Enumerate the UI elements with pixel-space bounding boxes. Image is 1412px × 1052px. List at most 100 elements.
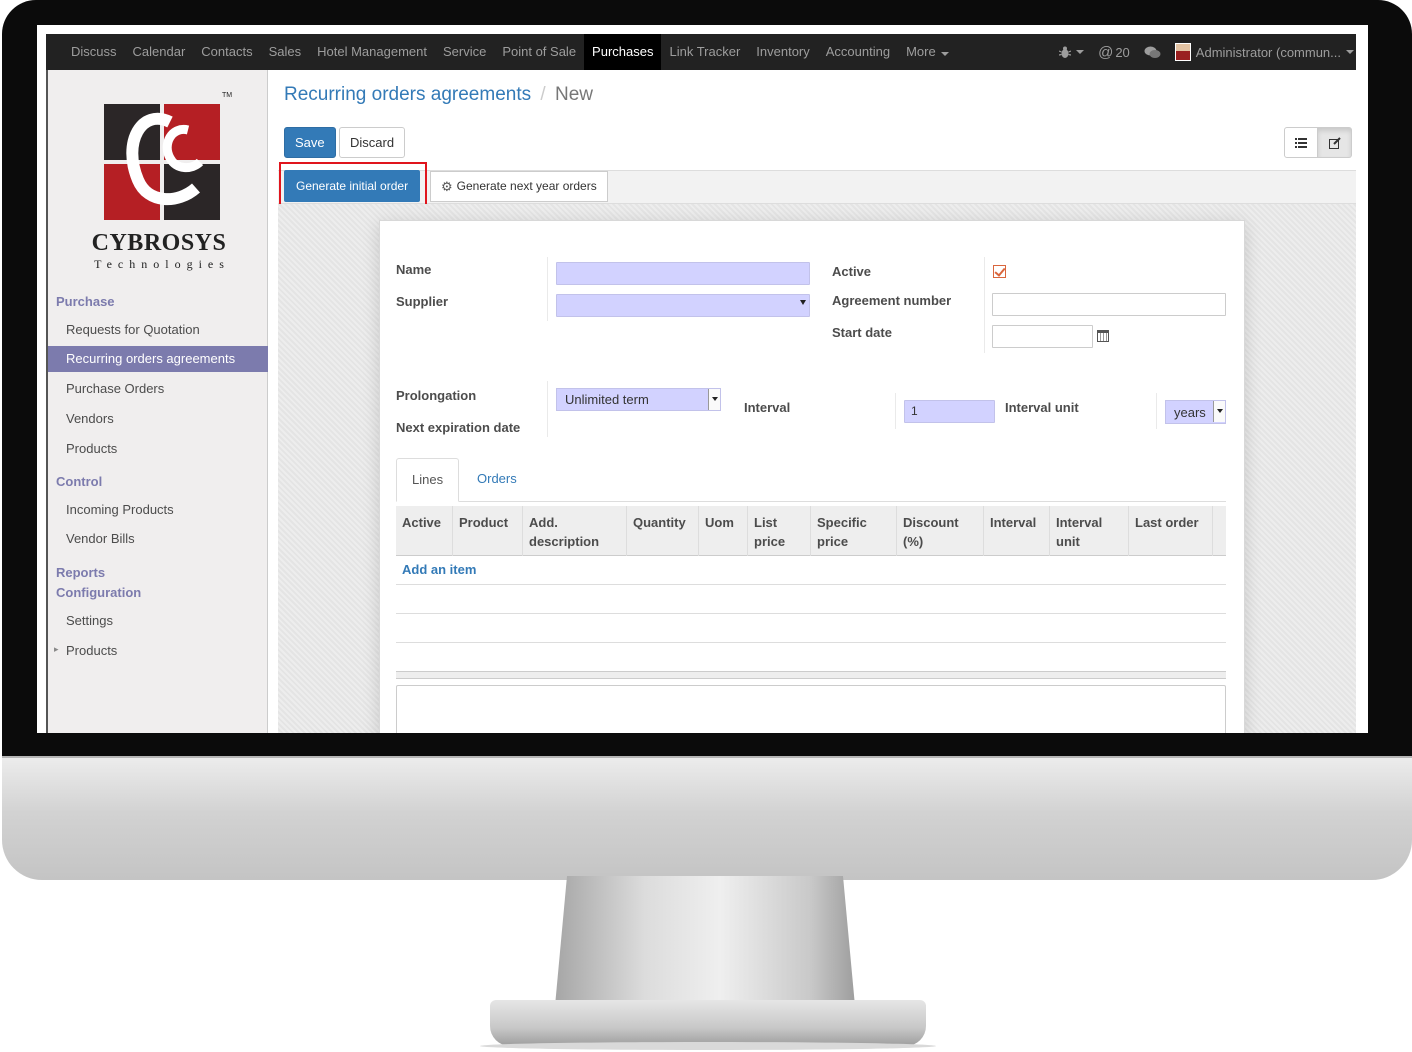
save-button[interactable]: Save <box>284 127 336 158</box>
chevron-down-icon <box>940 52 949 56</box>
section-reports[interactable]: Reports <box>56 565 105 580</box>
prolongation-select[interactable]: Unlimited term <box>556 388 721 411</box>
interval-unit-value: years <box>1174 405 1206 420</box>
brand-subtitle: Technologies <box>94 257 230 271</box>
menu-calendar[interactable]: Calendar <box>125 34 194 70</box>
sidebar-item-recurring-orders-agreements[interactable]: Recurring orders agreements <box>48 346 268 372</box>
monitor-stand-shadow <box>480 1042 936 1050</box>
chat-button[interactable] <box>1144 46 1161 59</box>
sidebar-item-incoming-products[interactable]: Incoming Products <box>48 497 268 523</box>
view-switcher <box>1284 127 1352 158</box>
menu-hotel-management[interactable]: Hotel Management <box>309 34 435 70</box>
section-control[interactable]: Control <box>56 474 102 489</box>
interval-unit-select[interactable]: years <box>1165 400 1226 424</box>
bug-icon <box>1059 46 1072 58</box>
divider <box>984 257 985 353</box>
start-date-label: Start date <box>832 325 892 340</box>
sidebar-item-products[interactable]: Products <box>48 436 268 462</box>
main-content: Recurring orders agreements / New Save D… <box>269 70 1356 733</box>
menu-point-of-sale[interactable]: Point of Sale <box>494 34 584 70</box>
sidebar-item-config-products[interactable]: Products <box>48 638 268 664</box>
notes-field[interactable] <box>396 685 1226 733</box>
menu-service[interactable]: Service <box>435 34 494 70</box>
calendar-icon[interactable] <box>1097 330 1109 342</box>
top-navbar: Discuss Calendar Contacts Sales Hotel Ma… <box>46 34 1356 70</box>
sidebar-item-requests-for-quotation[interactable]: Requests for Quotation <box>48 317 268 343</box>
table-header: Active Product Add. description Quantity… <box>396 506 1226 556</box>
divider <box>547 381 548 437</box>
interval-field[interactable]: 1 <box>904 400 995 423</box>
mentions-count: 20 <box>1115 44 1130 60</box>
brand-name: CYBROSYS <box>91 230 227 256</box>
sidebar-item-purchase-orders[interactable]: Purchase Orders <box>48 376 268 402</box>
form-view-button[interactable] <box>1318 127 1352 158</box>
tab-lines[interactable]: Lines <box>396 458 460 502</box>
menu-accounting[interactable]: Accounting <box>818 34 898 70</box>
sidebar-item-vendors[interactable]: Vendors <box>48 406 268 432</box>
avatar <box>1174 43 1191 61</box>
active-label: Active <box>832 264 872 279</box>
menu-link-tracker[interactable]: Link Tracker <box>661 34 748 70</box>
debug-menu[interactable] <box>1059 46 1085 59</box>
column-list-price[interactable]: List price <box>748 506 811 556</box>
agreement-number-field[interactable] <box>992 293 1226 316</box>
trademark-mark: TM <box>222 92 233 99</box>
column-specific-price[interactable]: Specific price <box>811 506 897 556</box>
start-date-field[interactable] <box>992 325 1093 348</box>
caret-down-icon <box>800 300 806 305</box>
column-interval[interactable]: Interval <box>984 506 1050 556</box>
generate-next-year-orders-label: Generate next year orders <box>456 179 597 193</box>
column-active[interactable]: Active <box>396 506 453 556</box>
screen: Discuss Calendar Contacts Sales Hotel Ma… <box>37 25 1368 733</box>
navbar-right: @ 20 Administrator (commun... <box>1045 34 1356 70</box>
tab-orders[interactable]: Orders <box>462 458 532 502</box>
list-view-button[interactable] <box>1284 127 1318 158</box>
chevron-down-icon <box>1076 50 1085 54</box>
highlight-box <box>279 162 427 209</box>
lines-table: Active Product Add. description Quantity… <box>396 506 1226 679</box>
column-last-order[interactable]: Last order <box>1129 506 1213 556</box>
sidebar-item-settings[interactable]: Settings <box>48 608 268 634</box>
column-product[interactable]: Product <box>453 506 523 556</box>
divider <box>1156 393 1157 429</box>
monitor-chin <box>2 756 1412 880</box>
prolongation-label: Prolongation <box>396 388 477 403</box>
menu-more[interactable]: More <box>898 34 957 70</box>
menu-discuss[interactable]: Discuss <box>63 34 125 70</box>
table-footer <box>396 671 1226 679</box>
agreement-number-label: Agreement number <box>832 293 952 308</box>
sidebar-item-vendor-bills[interactable]: Vendor Bills <box>48 526 268 552</box>
discard-button[interactable]: Discard <box>339 127 406 158</box>
name-label: Name <box>396 262 432 277</box>
app-menu: Discuss Calendar Contacts Sales Hotel Ma… <box>63 34 957 70</box>
caret-down-icon <box>1213 401 1225 422</box>
edit-icon <box>1328 136 1341 149</box>
breadcrumb-parent[interactable]: Recurring orders agreements <box>284 84 531 105</box>
generate-next-year-orders-button[interactable]: ⚙ Generate next year orders <box>430 171 608 202</box>
table-row <box>396 613 1226 614</box>
table-row <box>396 584 1226 585</box>
name-field[interactable] <box>556 262 810 285</box>
mentions-counter[interactable]: @ 20 <box>1098 44 1130 61</box>
column-add-description[interactable]: Add. description <box>523 506 627 556</box>
section-configuration[interactable]: Configuration <box>56 585 141 600</box>
menu-inventory[interactable]: Inventory <box>748 34 817 70</box>
menu-sales[interactable]: Sales <box>261 34 310 70</box>
column-quantity[interactable]: Quantity <box>627 506 699 556</box>
sidebar: TM CYBROSYS Technologies Purchase Reques… <box>46 70 268 733</box>
column-interval-unit[interactable]: Interval unit <box>1050 506 1129 556</box>
menu-more-label: More <box>906 44 936 59</box>
user-menu[interactable]: Administrator (commun... <box>1174 43 1354 61</box>
menu-contacts[interactable]: Contacts <box>193 34 260 70</box>
active-checkbox[interactable] <box>993 265 1006 278</box>
supplier-field[interactable] <box>556 294 810 317</box>
menu-purchases[interactable]: Purchases <box>584 34 662 70</box>
add-item-link[interactable]: Add an item <box>402 562 476 577</box>
table-row <box>396 642 1226 643</box>
column-uom[interactable]: Uom <box>699 506 748 556</box>
next-expiration-date-label: Next expiration date <box>396 420 521 435</box>
breadcrumb-current: New <box>554 84 593 105</box>
divider <box>547 257 548 321</box>
section-purchase[interactable]: Purchase <box>56 294 115 309</box>
column-discount[interactable]: Discount (%) <box>897 506 984 556</box>
